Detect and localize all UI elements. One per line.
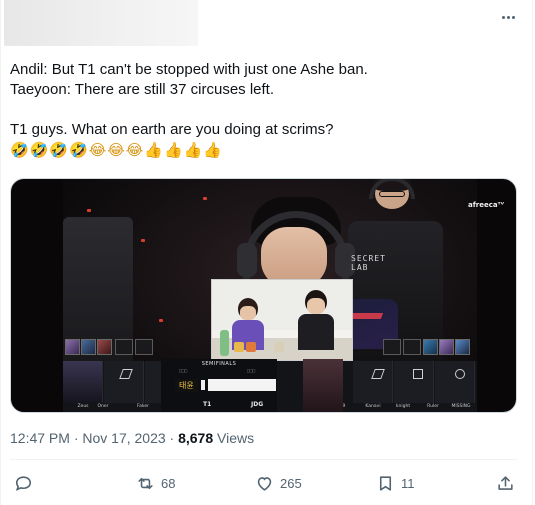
nameplate-text: 태윤 xyxy=(175,378,198,392)
stage-label: SEMIFINALS xyxy=(201,361,237,367)
tweet-line: T1 guys. What on earth are you doing at … xyxy=(10,121,334,138)
views-count: 8,678 xyxy=(178,430,214,446)
tweet-line: Taeyoon: There are still 37 circuses lef… xyxy=(10,81,275,98)
series-score-left: □□□ xyxy=(179,369,188,374)
tweet-line: Andil: But T1 can't be stopped with just… xyxy=(10,61,368,78)
timestamp[interactable]: 12:47 PM · Nov 17, 2023 · xyxy=(10,430,178,446)
champion-portraits-left xyxy=(65,339,112,355)
bookmark-count: 11 xyxy=(401,475,415,491)
tweet-meta: 12:47 PM · Nov 17, 2023 · 8,678 Views xyxy=(10,430,254,446)
team-left-label: T1 xyxy=(203,401,212,408)
ban-slots-right xyxy=(383,339,421,355)
views-label: Views xyxy=(213,430,255,446)
player-cam xyxy=(303,359,343,412)
player-name-tag: Oner xyxy=(97,404,109,409)
like-button[interactable]: 265 xyxy=(255,472,302,494)
bookmark-icon xyxy=(379,475,392,491)
broadcaster-logo: afreecaᵀⱽ xyxy=(467,201,504,209)
player-name-tag: MISSING xyxy=(451,404,471,409)
timeline-border-left xyxy=(0,0,1,505)
share-button[interactable] xyxy=(496,472,515,494)
tweet-emoji-line: 🤣🤣🤣🤣😂😂😂👍👍👍👍 xyxy=(10,141,223,159)
blurred-author-header xyxy=(4,0,198,46)
player-nameplate: 태윤 xyxy=(175,378,276,392)
more-icon[interactable] xyxy=(497,8,519,26)
team-right-label: JDG xyxy=(251,401,264,408)
reply-button[interactable] xyxy=(14,472,33,494)
share-icon xyxy=(498,475,513,490)
tweet-card: Andil: But T1 can't be stopped with just… xyxy=(0,0,535,505)
series-score-right: □□□ xyxy=(247,369,256,374)
bookmark-button[interactable]: 11 xyxy=(376,472,415,494)
reply-icon xyxy=(15,475,32,491)
picture-in-picture xyxy=(211,279,353,361)
tweet-text: Andil: But T1 can't be stopped with just… xyxy=(10,60,510,160)
retweet-icon xyxy=(138,477,153,489)
like-count: 265 xyxy=(280,475,302,491)
ban-slots-left xyxy=(115,339,153,355)
retweet-count: 68 xyxy=(161,475,176,491)
media-video-frame[interactable]: SECRET LAB afreecaᵀⱽ Zeus Oner Faker Kan… xyxy=(10,178,517,413)
like-icon xyxy=(257,476,272,491)
player-name-tag: Faker xyxy=(137,404,149,409)
timeline-border-right xyxy=(532,0,533,505)
retweet-button[interactable]: 68 xyxy=(136,472,175,494)
sponsor-logo: SECRET LAB xyxy=(351,254,386,272)
coach-figure xyxy=(363,179,423,217)
divider xyxy=(10,459,517,460)
champion-portraits-right xyxy=(423,339,470,355)
